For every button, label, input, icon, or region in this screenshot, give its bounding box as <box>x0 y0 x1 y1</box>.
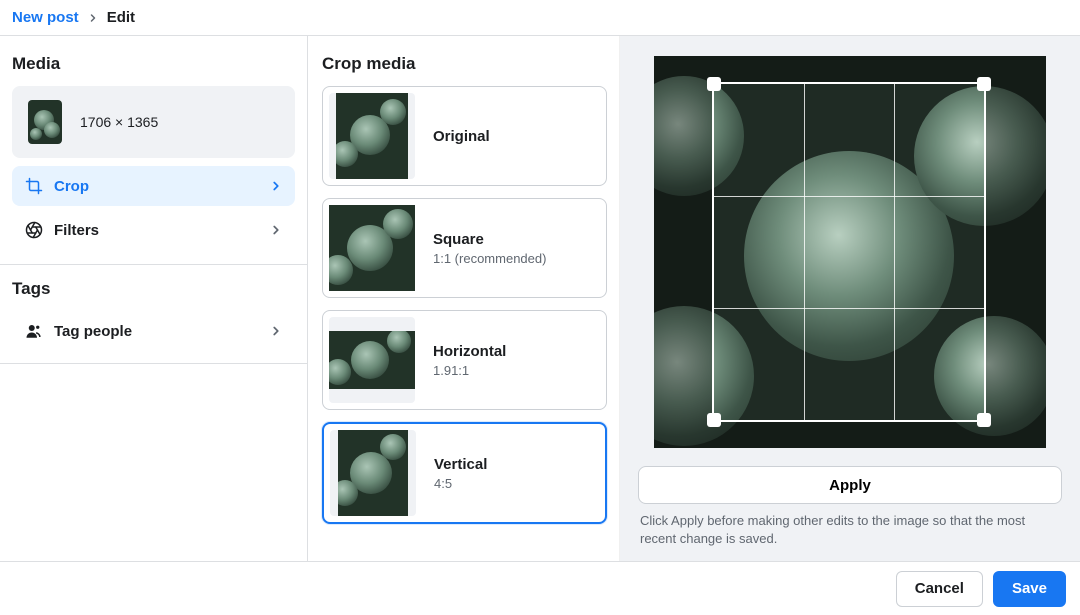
tag-people-icon <box>24 321 44 341</box>
divider <box>0 264 307 265</box>
media-section-title: Media <box>12 54 295 74</box>
media-item[interactable]: 1706 × 1365 <box>12 86 295 158</box>
crop-option-vertical[interactable]: Vertical 4:5 <box>322 422 607 524</box>
cancel-button[interactable]: Cancel <box>896 571 983 607</box>
crop-option-square[interactable]: Square 1:1 (recommended) <box>322 198 607 298</box>
save-button[interactable]: Save <box>993 571 1066 607</box>
crop-canvas-panel: Apply Click Apply before making other ed… <box>620 36 1080 561</box>
crop-option-horizontal[interactable]: Horizontal 1.91:1 <box>322 310 607 410</box>
crop-stage[interactable] <box>654 56 1046 448</box>
crop-option-label: Original <box>433 128 490 145</box>
crop-option-sublabel: 1.91:1 <box>433 363 506 378</box>
footer: Cancel Save <box>0 561 1080 615</box>
tags-section-title: Tags <box>12 279 295 299</box>
crop-media-title: Crop media <box>322 54 607 74</box>
sidebar-item-label: Crop <box>54 178 89 195</box>
chevron-right-icon <box>87 12 99 24</box>
apply-hint: Click Apply before making other edits to… <box>638 512 1062 548</box>
sidebar: Media 1706 × 1365 Crop Filters <box>0 36 308 561</box>
crop-handle-br[interactable] <box>977 413 991 427</box>
media-thumbnail <box>28 100 62 144</box>
chevron-right-icon <box>269 324 283 338</box>
crop-option-label: Vertical <box>434 456 487 473</box>
aperture-icon <box>24 220 44 240</box>
chevron-right-icon <box>269 223 283 237</box>
crop-selection[interactable] <box>712 82 986 422</box>
sidebar-item-tag-people[interactable]: Tag people <box>12 311 295 351</box>
sidebar-item-label: Tag people <box>54 323 132 340</box>
media-dimensions: 1706 × 1365 <box>80 114 158 130</box>
breadcrumb-parent-link[interactable]: New post <box>12 9 79 26</box>
crop-options-panel: Crop media Original Square 1:1 (recommen… <box>308 36 620 561</box>
breadcrumb: New post Edit <box>0 0 1080 36</box>
crop-option-original[interactable]: Original <box>322 86 607 186</box>
sidebar-item-crop[interactable]: Crop <box>12 166 295 206</box>
crop-handle-tr[interactable] <box>977 77 991 91</box>
apply-button[interactable]: Apply <box>638 466 1062 504</box>
crop-handle-tl[interactable] <box>707 77 721 91</box>
crop-option-sublabel: 1:1 (recommended) <box>433 251 546 266</box>
breadcrumb-current: Edit <box>107 9 135 26</box>
crop-option-label: Square <box>433 231 546 248</box>
sidebar-item-filters[interactable]: Filters <box>12 210 295 250</box>
divider <box>0 363 307 364</box>
crop-option-label: Horizontal <box>433 343 506 360</box>
crop-icon <box>24 176 44 196</box>
crop-handle-bl[interactable] <box>707 413 721 427</box>
sidebar-item-label: Filters <box>54 222 99 239</box>
chevron-right-icon <box>269 179 283 193</box>
crop-option-sublabel: 4:5 <box>434 476 487 491</box>
